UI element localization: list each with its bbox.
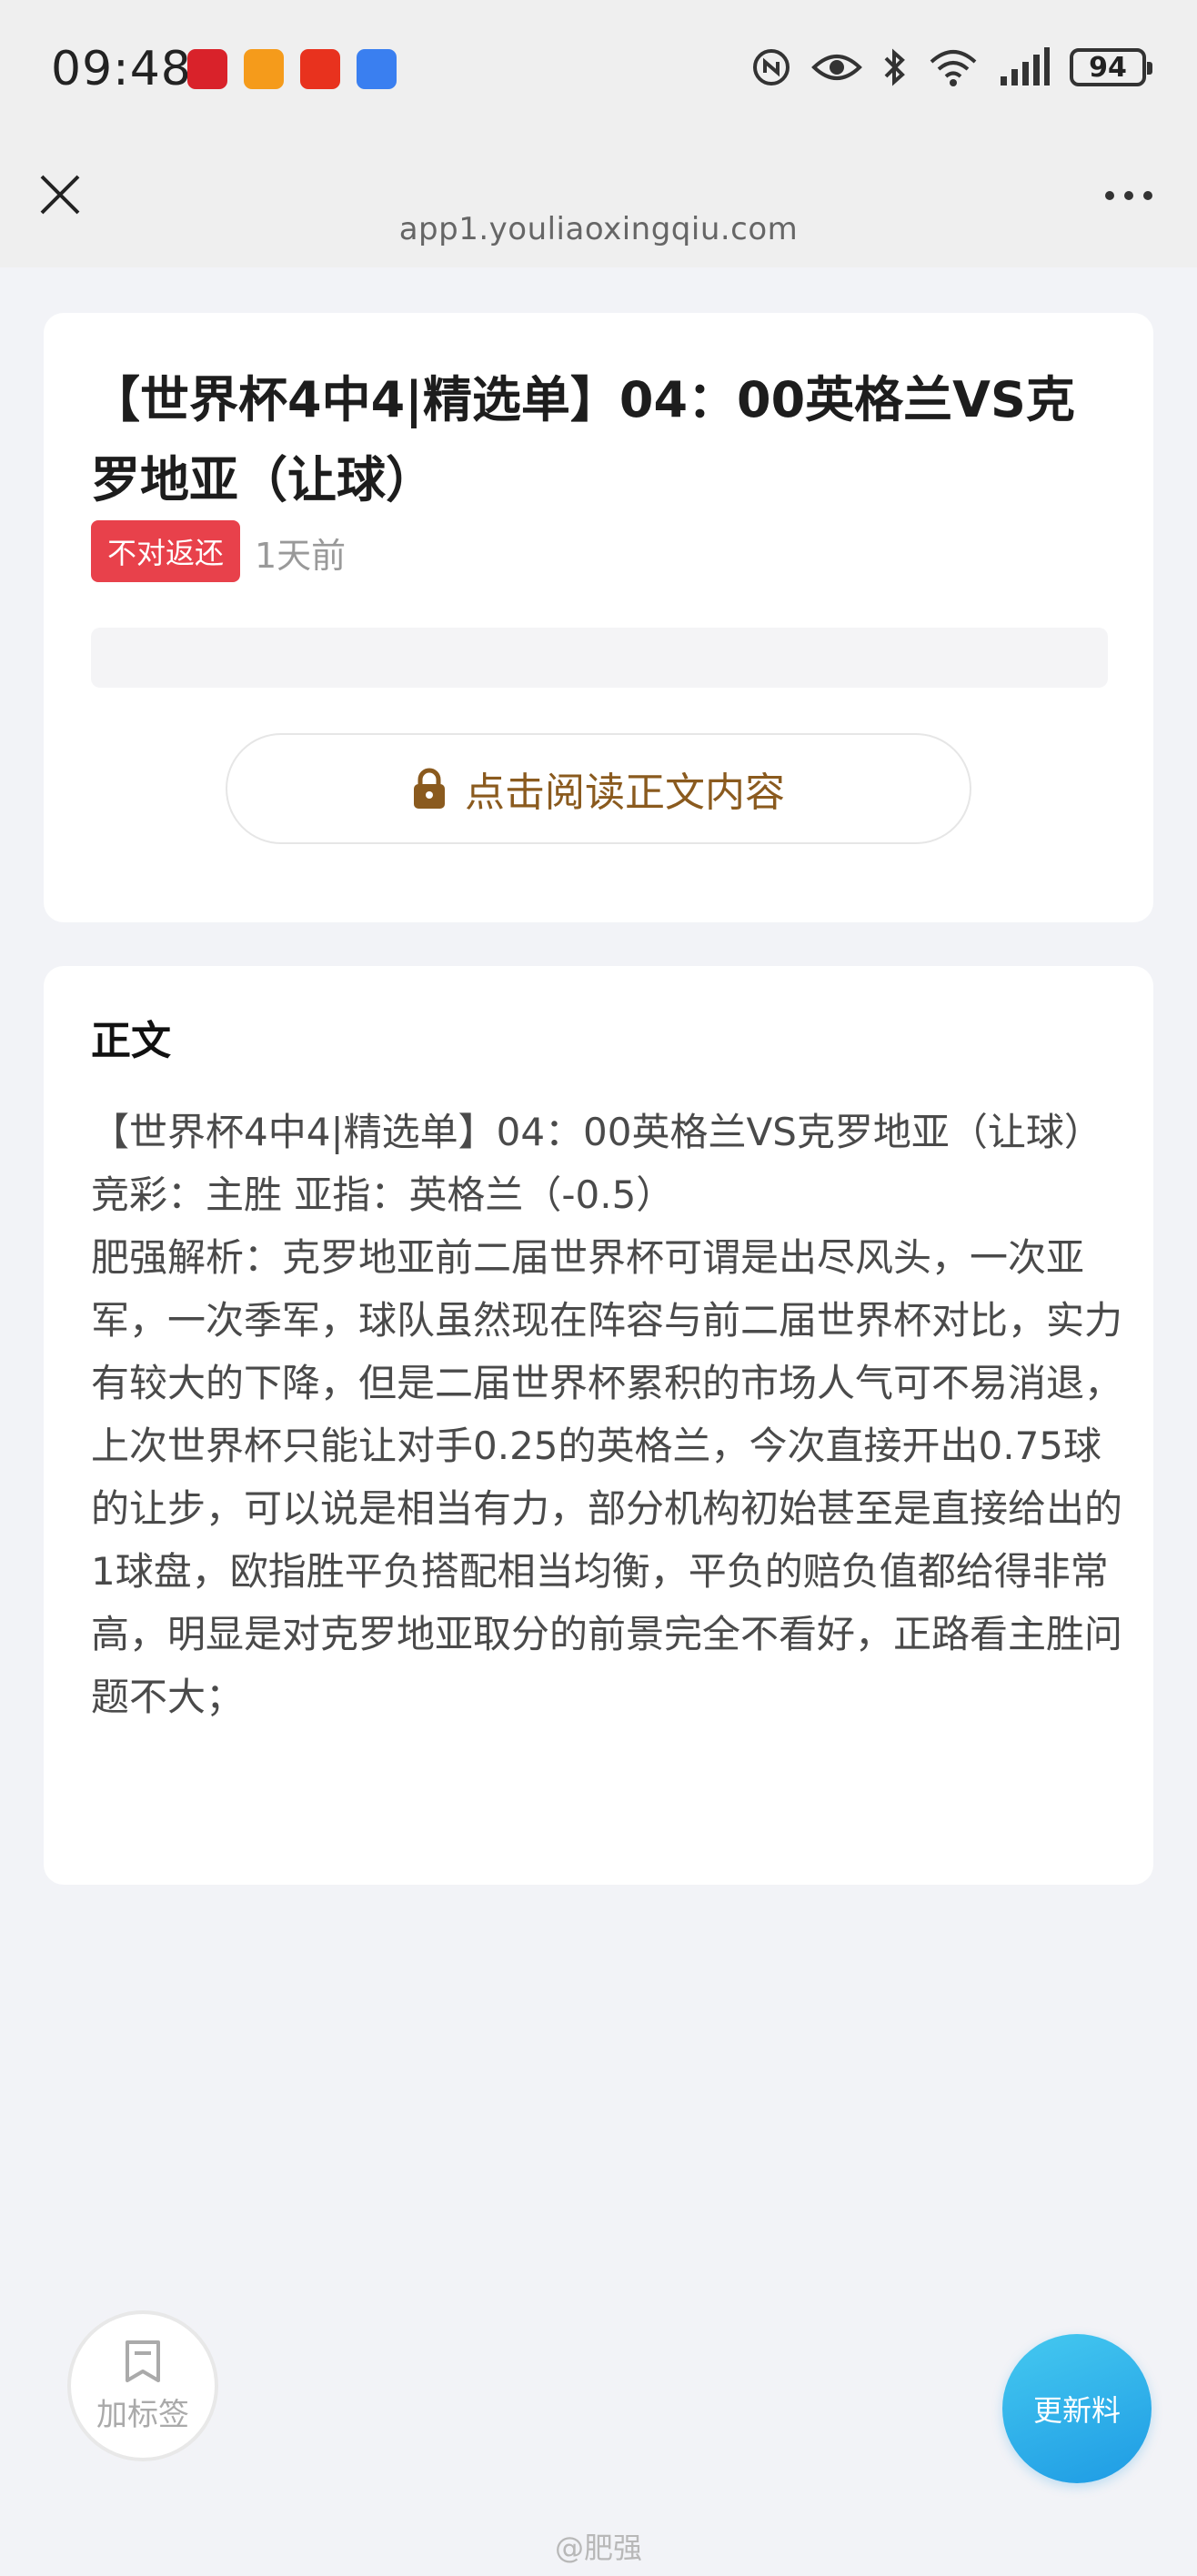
status-bar: 09:48 94	[0, 0, 1197, 146]
body-paragraph: 【世界杯4中4|精选单】04：00英格兰VS克罗地亚（让球）	[91, 1110, 1102, 1154]
content-placeholder	[91, 628, 1108, 688]
signal-icon	[1001, 47, 1050, 86]
lock-icon	[414, 768, 445, 809]
weibo-watermark: @肥强	[554, 2531, 642, 2565]
blue-app-icon	[357, 49, 397, 89]
article-header-card: 【世界杯4中4|精选单】04：00英格兰VS克罗地亚（让球） 不对返还 1天前 …	[44, 313, 1153, 922]
status-time: 09:48	[51, 42, 192, 96]
more-dot-icon	[1105, 191, 1114, 200]
nfc-icon	[753, 49, 790, 86]
notification-app-icons	[187, 49, 397, 89]
read-content-label: 点击阅读正文内容	[465, 770, 785, 816]
more-dot-icon	[1143, 191, 1152, 200]
battery-icon: 94	[1070, 48, 1152, 86]
wifi-icon	[930, 50, 977, 86]
orange-app-icon	[244, 49, 284, 89]
more-dot-icon	[1124, 191, 1133, 200]
more-options-button[interactable]	[1097, 182, 1161, 209]
pingan-bank-app-icon	[300, 49, 340, 89]
article-title: 【世界杯4中4|精选单】04：00英格兰VS克罗地亚（让球）	[91, 371, 1075, 508]
article-body-card: 正文 【世界杯4中4|精选单】04：00英格兰VS克罗地亚（让球） 竞彩：主胜 …	[44, 966, 1153, 1885]
article-body: 【世界杯4中4|精选单】04：00英格兰VS克罗地亚（让球） 竞彩：主胜 亚指：…	[91, 1101, 1128, 1728]
update-content-label: 更新料	[1032, 2393, 1121, 2428]
refund-badge: 不对返还	[91, 520, 241, 582]
system-icons: 94	[751, 47, 1152, 87]
eye-icon	[811, 55, 862, 80]
tmall-app-icon	[187, 49, 227, 89]
publish-time: 1天前	[255, 536, 347, 576]
section-title: 正文	[91, 1018, 171, 1064]
browser-nav-bar: app1.youliaoxingqiu.com	[0, 146, 1197, 267]
body-paragraph: 肥强解析：克罗地亚前二届世界杯可谓是出尽风头，一次亚军，一次季军，球队虽然现在阵…	[91, 1235, 1123, 1719]
add-tag-button[interactable]: 加标签	[67, 2310, 218, 2461]
update-content-button[interactable]: 更新料	[1002, 2334, 1152, 2483]
add-tag-label: 加标签	[96, 2396, 189, 2433]
body-paragraph: 竞彩：主胜 亚指：英格兰（-0.5）	[91, 1172, 675, 1217]
bookmark-icon	[126, 2340, 160, 2382]
bluetooth-icon	[884, 48, 905, 86]
page-url: app1.youliaoxingqiu.com	[398, 211, 799, 247]
read-content-button[interactable]: 点击阅读正文内容	[226, 733, 971, 844]
